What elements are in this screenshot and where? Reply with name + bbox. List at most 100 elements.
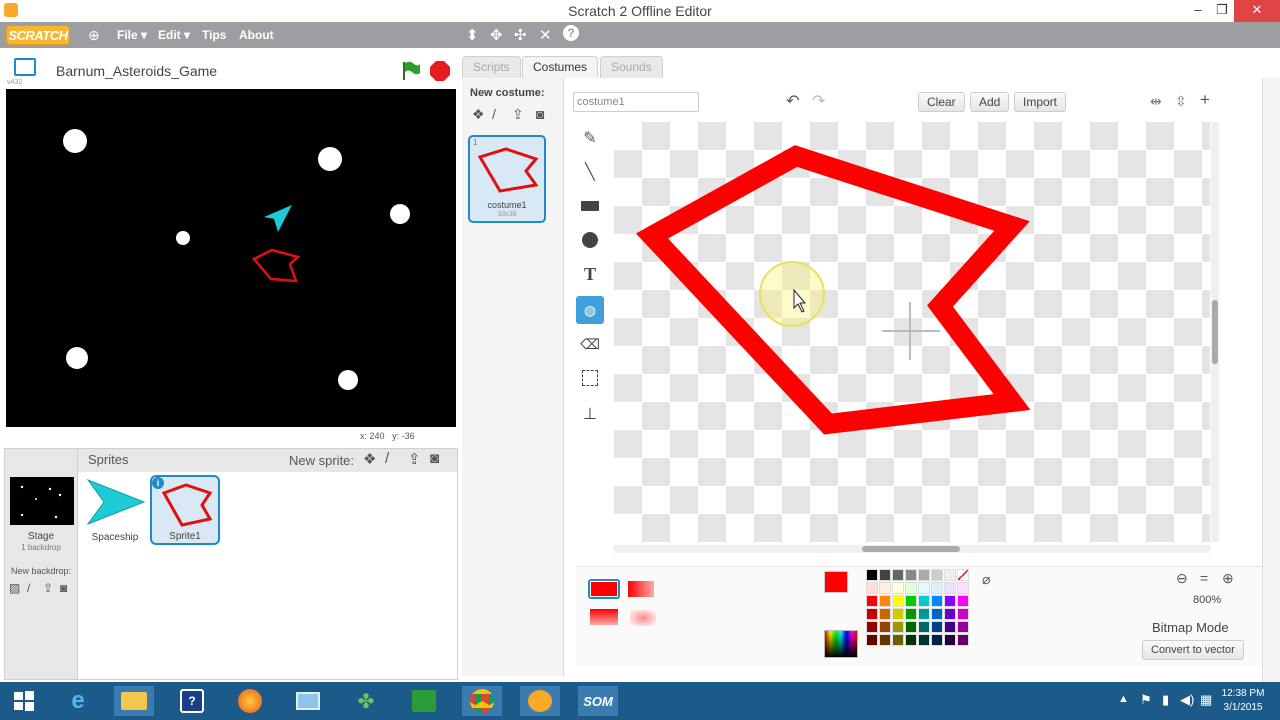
asteroid[interactable] [66, 347, 88, 369]
import-button[interactable]: Import [1014, 92, 1067, 112]
palette-swatch[interactable] [944, 621, 956, 633]
palette-swatch[interactable] [918, 634, 930, 646]
scratch-taskbar-icon[interactable] [520, 686, 560, 716]
screencast-o-matic-icon[interactable]: SOM [578, 686, 618, 716]
palette-swatch[interactable] [944, 608, 956, 620]
horizontal-scroll-thumb[interactable] [862, 546, 960, 552]
palette-swatch[interactable] [918, 569, 930, 581]
stage-canvas[interactable] [6, 89, 456, 427]
fill-option-radial-gradient[interactable] [630, 610, 656, 626]
convert-to-vector-button[interactable]: Convert to vector [1142, 640, 1244, 660]
duplicate-stamp-icon[interactable]: ⬍ [466, 26, 479, 44]
palette-swatch[interactable] [944, 569, 956, 581]
palette-swatch[interactable] [931, 582, 943, 594]
presentation-mode-icon[interactable] [14, 58, 36, 76]
palette-swatch[interactable] [892, 582, 904, 594]
menu-tips[interactable]: Tips [202, 28, 226, 42]
start-button-icon[interactable] [4, 686, 44, 716]
stage-thumbnail[interactable] [10, 477, 74, 525]
tab-sounds[interactable]: Sounds [600, 56, 663, 78]
sprite1-sprite[interactable] [252, 248, 301, 283]
action-center-flag-icon[interactable]: ⚑ [1140, 692, 1152, 708]
paint-new-sprite-icon[interactable]: / [385, 450, 389, 467]
asteroid[interactable] [390, 204, 410, 224]
paint-costume-icon[interactable]: / [492, 106, 496, 122]
backdrop-library-icon[interactable]: ▨ [9, 581, 20, 595]
palette-swatch[interactable] [866, 595, 878, 607]
asteroid[interactable] [318, 147, 342, 171]
palette-swatch[interactable] [892, 634, 904, 646]
palette-swatch[interactable] [879, 569, 891, 581]
palette-swatch[interactable] [957, 634, 969, 646]
palette-swatch[interactable] [892, 608, 904, 620]
palette-swatch[interactable] [866, 621, 878, 633]
palette-swatch[interactable] [879, 582, 891, 594]
shrink-icon[interactable]: ✕ [539, 26, 552, 44]
spaceship-sprite[interactable] [264, 205, 292, 232]
palette-swatch[interactable] [931, 608, 943, 620]
palette-swatch[interactable] [905, 608, 917, 620]
paint-backdrop-icon[interactable]: / [27, 581, 30, 595]
menu-edit[interactable]: Edit ▾ [158, 28, 190, 42]
palette-swatch[interactable] [931, 634, 943, 646]
fill-option-horizontal-gradient[interactable] [628, 581, 654, 597]
horizontal-scrollbar[interactable] [614, 545, 1210, 553]
asteroid[interactable] [63, 129, 87, 153]
rectangle-tool-icon[interactable] [576, 192, 604, 220]
palette-swatch[interactable] [879, 621, 891, 633]
network-app-icon[interactable]: ✤ [346, 686, 386, 716]
menu-file[interactable]: File ▾ [117, 28, 147, 42]
zoom-reset-icon[interactable]: = [1200, 570, 1208, 586]
scratch-logo[interactable]: SCRATCH [6, 25, 70, 45]
palette-swatch[interactable] [931, 569, 943, 581]
palette-swatch[interactable] [879, 595, 891, 607]
green-flag-icon[interactable] [400, 60, 422, 82]
close-icon[interactable]: ✕ [1234, 0, 1280, 22]
palette-swatch[interactable] [918, 595, 930, 607]
palette-swatch[interactable] [944, 595, 956, 607]
help-icon[interactable]: ? [563, 25, 579, 41]
text-tool-icon[interactable]: T [576, 260, 604, 288]
clock[interactable]: 12:38 PM 3/1/2015 [1218, 687, 1268, 715]
sprite-tile-spaceship[interactable]: Spaceship [82, 476, 148, 544]
tab-costumes[interactable]: Costumes [522, 56, 599, 78]
palette-swatch[interactable] [866, 608, 878, 620]
paint-canvas[interactable] [614, 122, 1210, 542]
store-icon[interactable] [404, 686, 444, 716]
palette-swatch[interactable] [957, 608, 969, 620]
asteroid[interactable] [338, 370, 358, 390]
palette-swatch[interactable] [905, 595, 917, 607]
transparent-swatch-icon[interactable] [957, 569, 969, 581]
select-tool-icon[interactable] [576, 364, 604, 392]
palette-swatch[interactable] [931, 621, 943, 633]
palette-swatch[interactable] [957, 621, 969, 633]
grow-icon[interactable]: ✣ [514, 26, 527, 44]
vertical-scroll-thumb[interactable] [1212, 300, 1218, 364]
primary-color-swatch[interactable] [824, 571, 848, 593]
sprite-library-icon[interactable]: ❖ [363, 450, 376, 468]
line-tool-icon[interactable]: ╲ [576, 158, 604, 186]
palette-swatch[interactable] [931, 595, 943, 607]
flip-horizontal-icon[interactable]: ⇹ [1150, 93, 1162, 110]
help-app-icon[interactable]: ? [172, 686, 212, 716]
zoom-in-icon[interactable]: ⊕ [1222, 570, 1234, 587]
show-hidden-icons-icon[interactable]: ▲ [1118, 693, 1129, 705]
palette-swatch[interactable] [879, 608, 891, 620]
redo-icon[interactable]: ↷ [812, 91, 825, 111]
fill-option-solid[interactable] [588, 579, 620, 599]
palette-swatch[interactable] [892, 569, 904, 581]
upload-backdrop-icon[interactable]: ⇪ [43, 581, 53, 595]
palette-swatch[interactable] [957, 595, 969, 607]
undo-icon[interactable]: ↶ [786, 91, 799, 111]
palette-swatch[interactable] [866, 634, 878, 646]
chrome-icon[interactable] [462, 686, 502, 716]
internet-explorer-icon[interactable]: e [58, 686, 98, 716]
zoom-out-icon[interactable]: ⊖ [1176, 570, 1188, 587]
menu-about[interactable]: About [239, 28, 274, 42]
keyboard-icon[interactable]: ▦ [1200, 692, 1212, 708]
palette-swatch[interactable] [905, 621, 917, 633]
eyedropper-icon[interactable]: ⌀ [982, 571, 990, 588]
clear-button[interactable]: Clear [918, 92, 965, 112]
palette-swatch[interactable] [866, 582, 878, 594]
palette-swatch[interactable] [944, 634, 956, 646]
